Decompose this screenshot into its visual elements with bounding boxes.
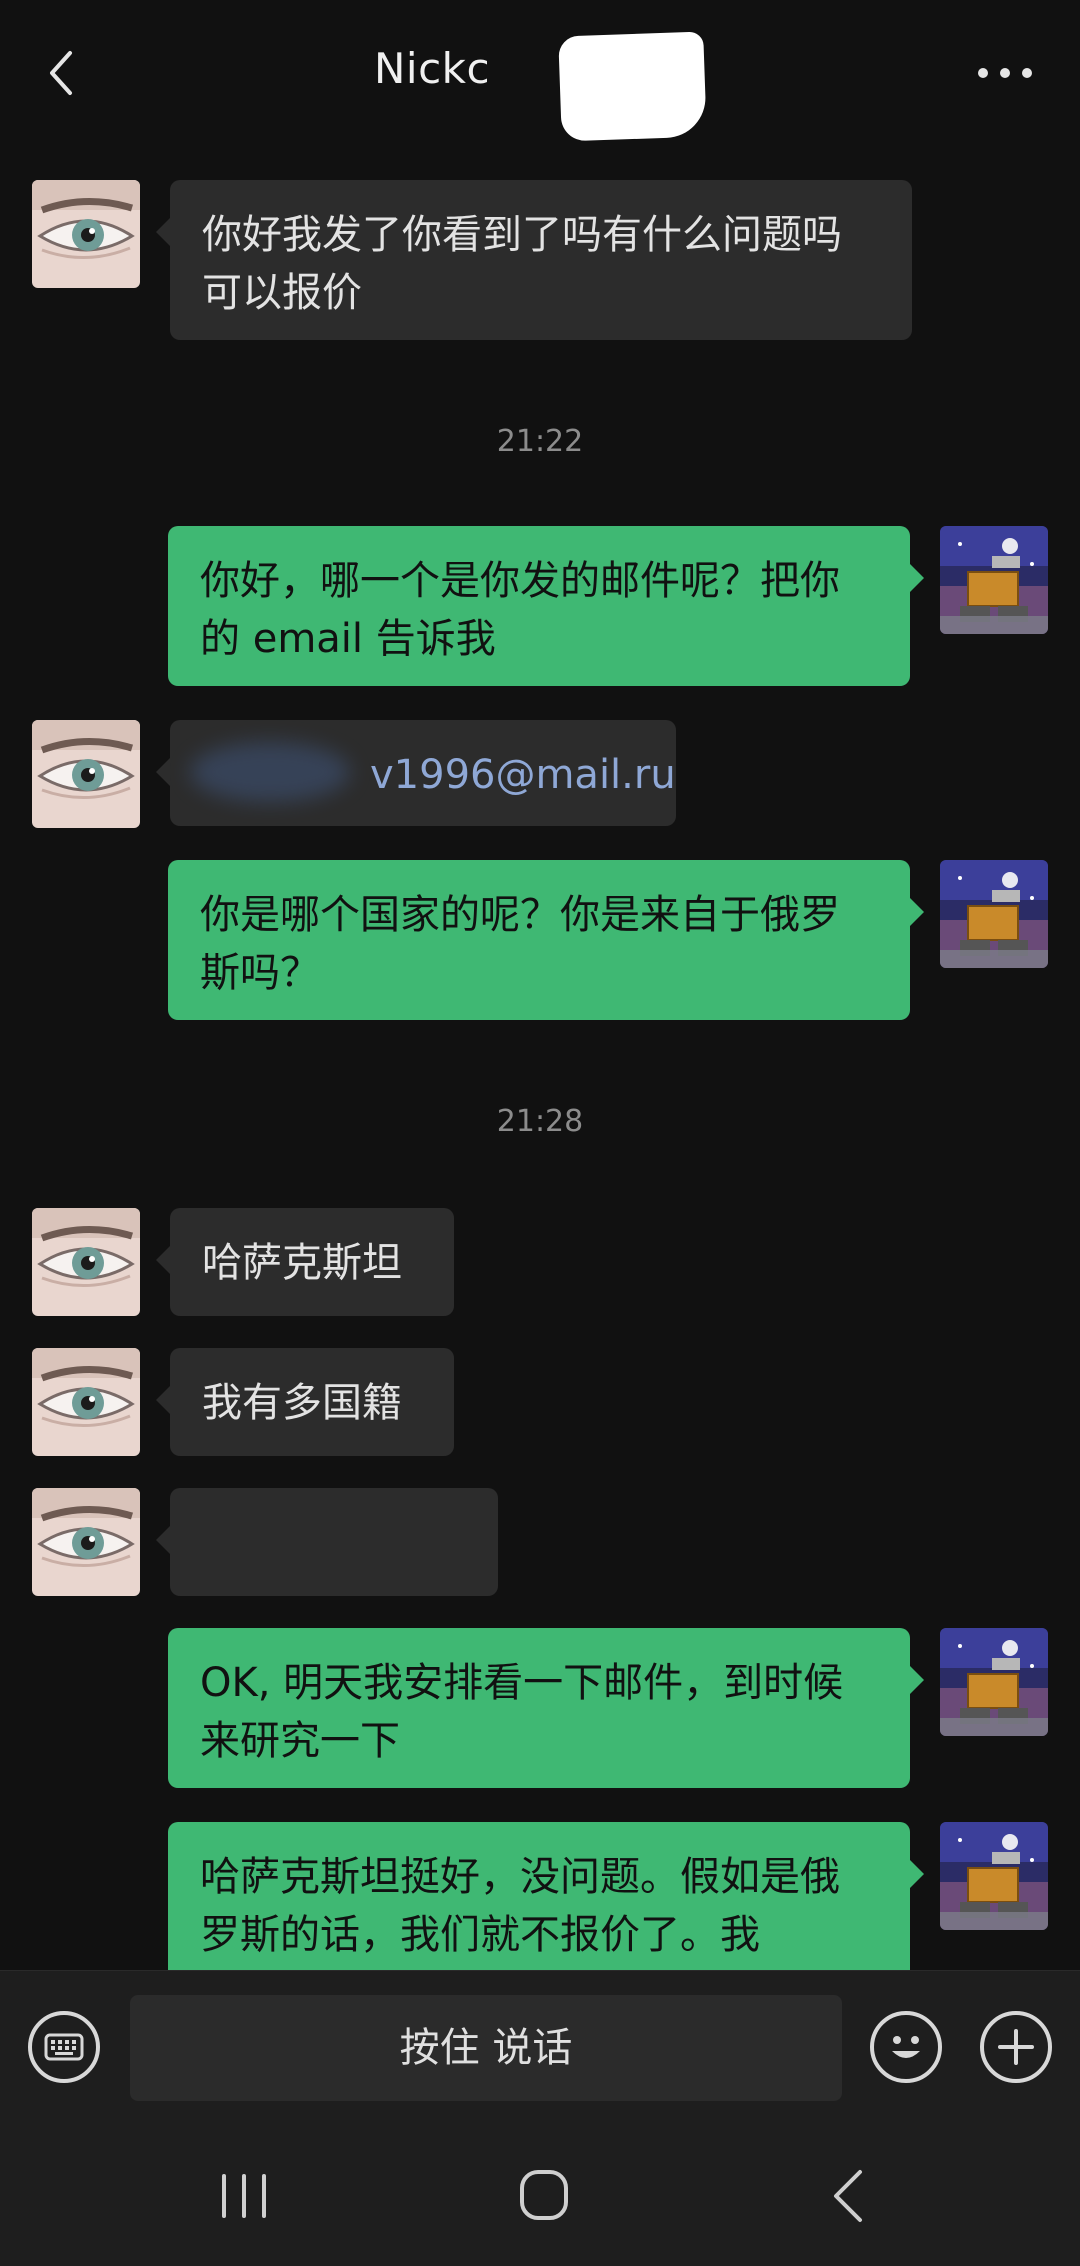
home-button[interactable] [514, 2168, 574, 2228]
chat-title: Nickc [374, 44, 491, 93]
contact-avatar[interactable] [32, 180, 140, 288]
system-back-icon [834, 2170, 862, 2222]
home-icon [520, 2170, 568, 2220]
my-avatar[interactable] [940, 860, 1048, 968]
message-bubble-incoming[interactable]: 你好我发了你看到了吗有什么问题吗可以报价 [156, 180, 912, 340]
keyboard-toggle-button[interactable] [28, 2011, 100, 2083]
system-back-button[interactable] [820, 2168, 880, 2228]
chat-header: Nickc [0, 0, 1080, 150]
recent-apps-button[interactable] [214, 2168, 274, 2228]
more-icon[interactable] [975, 58, 1035, 88]
contact-avatar[interactable] [32, 1348, 140, 1456]
back-icon[interactable] [42, 45, 82, 105]
system-navigation-bar [0, 2120, 1080, 2266]
more-options-button[interactable] [975, 58, 1035, 88]
timestamp: 21:28 [496, 1104, 584, 1139]
message-bubble-incoming[interactable]: 哈萨克斯坦 [156, 1208, 454, 1316]
more-actions-button[interactable] [980, 2011, 1052, 2083]
my-avatar[interactable] [940, 1822, 1048, 1930]
message-list[interactable]: 你好我发了你看到了吗有什么问题吗可以报价 21:22 你好，哪一个是你发的邮件呢… [0, 150, 1080, 1970]
message-bubble-outgoing[interactable]: 哈萨克斯坦挺好，没问题。假如是俄罗斯的话，我们就不报价了。我 [168, 1822, 924, 1970]
redaction-blur [190, 742, 350, 802]
emoji-icon [892, 2036, 920, 2058]
my-avatar[interactable] [940, 1628, 1048, 1736]
my-avatar[interactable] [940, 526, 1048, 634]
input-bar: 按住 说话 [0, 1970, 1080, 2121]
redaction-mask [558, 31, 707, 142]
message-bubble-outgoing[interactable]: 你好，哪一个是你发的邮件呢？把你的 email 告诉我 [168, 526, 924, 686]
contact-avatar[interactable] [32, 1208, 140, 1316]
timestamp: 21:22 [496, 424, 584, 459]
hold-to-talk-button[interactable]: 按住 说话 [130, 1995, 842, 2101]
emoji-button[interactable] [870, 2011, 942, 2083]
contact-avatar[interactable] [32, 1488, 140, 1596]
message-bubble-incoming-redacted[interactable] [156, 1488, 498, 1596]
message-bubble-incoming[interactable]: 我有多国籍 [156, 1348, 454, 1456]
message-bubble-outgoing[interactable]: OK, 明天我安排看一下邮件，到时候来研究一下 [168, 1628, 924, 1788]
back-button[interactable] [42, 45, 82, 105]
recent-apps-icon [222, 2174, 266, 2218]
keyboard-icon [44, 2033, 84, 2061]
contact-avatar[interactable] [32, 720, 140, 828]
message-bubble-outgoing[interactable]: 你是哪个国家的呢？你是来自于俄罗斯吗？ [168, 860, 924, 1020]
plus-icon [998, 2029, 1034, 2065]
